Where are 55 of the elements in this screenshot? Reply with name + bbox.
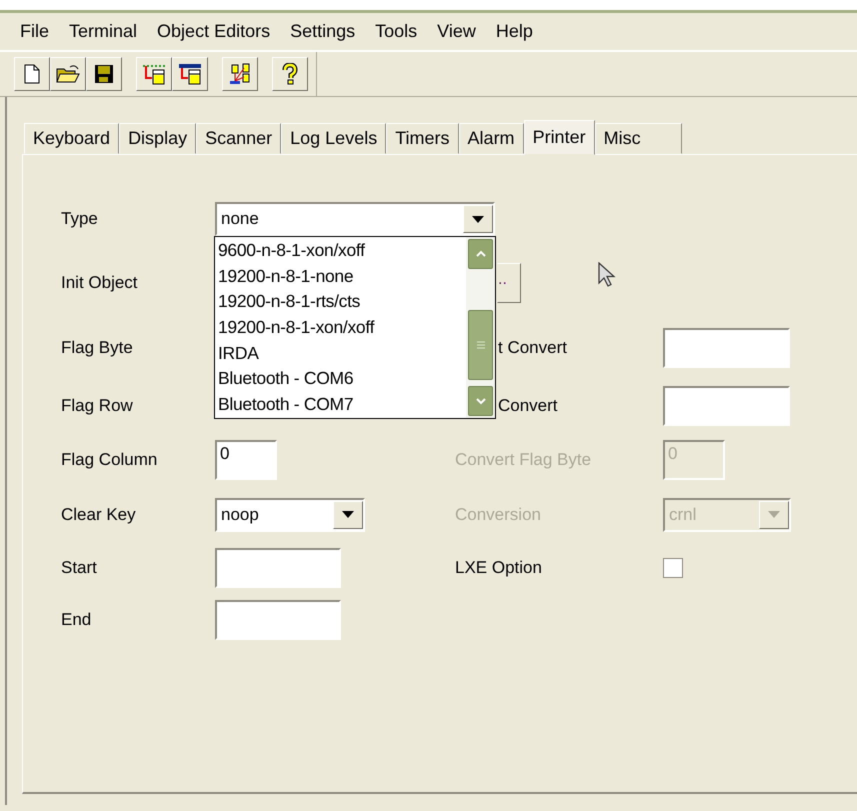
tab[interactable]: Printer xyxy=(524,120,595,155)
tab[interactable]: Misc xyxy=(594,123,682,154)
tab[interactable]: Log Levels xyxy=(281,123,386,154)
help-icon[interactable] xyxy=(272,57,308,91)
field-label: LXE Option xyxy=(455,558,542,578)
checkbox[interactable] xyxy=(663,558,683,578)
dropdown[interactable]: none xyxy=(215,202,495,236)
scroll-up-icon[interactable] xyxy=(468,239,493,269)
new-file-icon[interactable] xyxy=(14,57,50,91)
field-label: Init Object xyxy=(60,272,139,292)
table-import-icon[interactable] xyxy=(136,57,172,91)
input-field[interactable]: 0 xyxy=(215,440,277,480)
dropdown-option[interactable]: Bluetooth - COM6 xyxy=(215,366,466,392)
menu-item[interactable]: Tools xyxy=(365,21,428,42)
field-label: Type xyxy=(60,209,99,229)
browse-button[interactable]: .. xyxy=(497,262,521,302)
dropdown-option[interactable]: 19200-n-8-1-none xyxy=(215,264,466,290)
dropdown[interactable]: noop xyxy=(215,498,365,532)
tab[interactable]: Display xyxy=(119,123,196,154)
input-field[interactable] xyxy=(663,386,790,426)
field-label: End xyxy=(60,610,92,630)
mouse-pointer-icon xyxy=(598,262,618,290)
menu-item[interactable]: Help xyxy=(486,21,543,42)
input-field[interactable] xyxy=(663,328,790,368)
table-import-icon[interactable] xyxy=(172,57,208,91)
field-label: Conversion xyxy=(455,504,541,524)
dropdown-option[interactable]: 19200-n-8-1-xon/xoff xyxy=(215,315,466,341)
menu-item[interactable]: File xyxy=(10,21,60,42)
menu-item[interactable]: Terminal xyxy=(59,21,148,42)
input-field[interactable] xyxy=(215,600,341,640)
dropdown-option[interactable]: Bluetooth - COM7 xyxy=(215,392,466,418)
menu-item[interactable]: View xyxy=(427,21,486,42)
field-label: Convert xyxy=(498,396,558,416)
dropdown-option[interactable]: 19200-n-8-1-rts/cts xyxy=(215,289,466,316)
menu-item[interactable]: Settings xyxy=(280,21,366,42)
dropdown-option[interactable]: IRDA xyxy=(215,340,466,366)
dropdown-option[interactable]: 9600-n-8-1-xon/xoff xyxy=(215,238,466,264)
open-folder-icon[interactable] xyxy=(50,57,86,91)
menu-item[interactable]: Object Editors xyxy=(147,21,280,42)
tab[interactable]: Alarm xyxy=(458,123,524,154)
field-label: Start xyxy=(60,558,98,578)
field-label: Convert Flag Byte xyxy=(455,450,592,470)
field-label: Flag Column xyxy=(60,450,158,470)
scrollbar[interactable] xyxy=(466,237,495,418)
input-field[interactable] xyxy=(215,548,341,588)
tab[interactable]: Scanner xyxy=(196,123,282,154)
tab[interactable]: Timers xyxy=(386,123,459,154)
field-label: Flag Byte xyxy=(60,338,134,358)
field-label: Clear Key xyxy=(60,504,137,524)
scroll-down-icon[interactable] xyxy=(468,386,493,416)
field-label: t Convert xyxy=(498,338,567,358)
network-icon[interactable] xyxy=(222,57,258,91)
scroll-thumb[interactable] xyxy=(468,310,493,380)
tab[interactable]: Keyboard xyxy=(24,123,120,154)
field-label: Flag Row xyxy=(60,396,134,416)
